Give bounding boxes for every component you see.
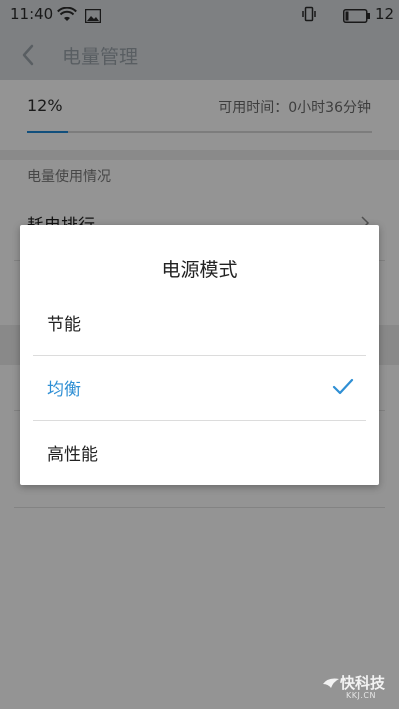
option-balanced[interactable]: 均衡 <box>33 356 366 420</box>
option-high-performance[interactable]: 高性能 <box>33 421 366 485</box>
checkmark-icon <box>332 378 354 400</box>
option-label: 高性能 <box>47 445 98 465</box>
screen: 11:40 12 电量管理 12% 可用时间：0小时36分钟 电量使用情况 电源… <box>0 0 399 709</box>
dialog-title: 电源模式 <box>161 259 238 281</box>
option-label: 节能 <box>47 315 81 335</box>
power-mode-dialog: 电源模式 节能 均衡 高性能 <box>20 225 379 485</box>
watermark-brand: 快科技 <box>340 674 386 692</box>
bird-logo-icon <box>322 675 340 694</box>
option-power-saving[interactable]: 节能 <box>33 291 366 355</box>
watermark: 快科技 KKJ.CN <box>322 672 394 704</box>
option-label: 均衡 <box>47 380 81 400</box>
watermark-domain: KKJ.CN <box>346 691 376 700</box>
